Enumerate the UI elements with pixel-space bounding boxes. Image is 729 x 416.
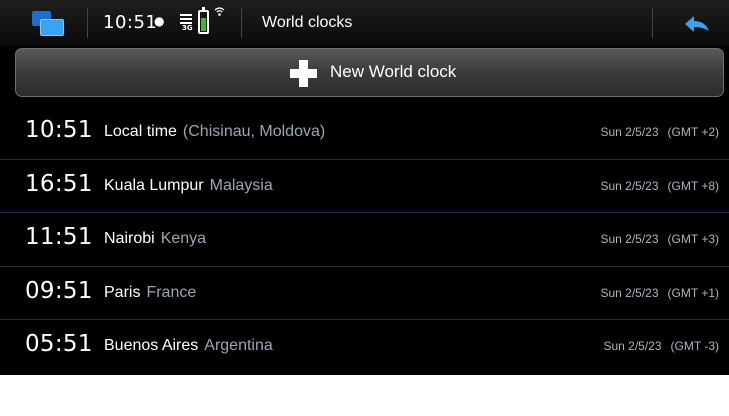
country-name: Kenya (160, 230, 207, 248)
city-name: Buenos Aires (104, 337, 199, 355)
clock-date: Sun 2/5/23 (GMT +8) (600, 179, 719, 193)
clock-row[interactable]: 10:51 Local time (Chisinau, Moldova) Sun … (0, 106, 729, 160)
country-name: (Chisinau, Moldova) (182, 123, 326, 140)
gmt-offset: (GMT +3) (667, 232, 719, 247)
country-name: Argentina (204, 337, 273, 355)
clock-time: 09:51 (25, 277, 93, 304)
clock-time: 05:51 (25, 331, 93, 358)
signal-icon[interactable]: 3G (180, 13, 196, 33)
status-separator (87, 8, 88, 38)
status-separator (652, 8, 653, 38)
clock-date: Sun 2/5/23 (GMT +2) (600, 125, 719, 139)
page-title: World clocks (262, 14, 353, 31)
country-name: Malaysia (209, 176, 273, 194)
date-value: Sun 2/5/23 (600, 178, 659, 193)
city-name: Kuala Lumpur (104, 176, 204, 194)
status-bar: 10:51 ● 3G World clocks (0, 0, 729, 46)
clock-row[interactable]: 11:51 Nairobi Kenya Sun 2/5/23 (GMT +3) (0, 213, 729, 267)
gmt-offset: (GMT -3) (670, 339, 719, 354)
battery-icon[interactable] (198, 7, 209, 34)
city-name: Paris (104, 283, 141, 301)
clock-date: Sun 2/5/23 (GMT +1) (600, 286, 719, 300)
clock-date: Sun 2/5/23 (GMT +3) (600, 232, 719, 246)
gmt-offset: (GMT +8) (667, 178, 719, 193)
world-clock-list: 10:51 Local time (Chisinau, Moldova) Sun … (0, 106, 729, 374)
date-value: Sun 2/5/23 (603, 339, 662, 354)
world-clocks-screen: 10:51 ● 3G World clocks New World clock … (0, 0, 729, 375)
plus-icon (290, 60, 317, 87)
new-world-clock-button[interactable]: New World clock (15, 48, 724, 97)
clock-date: Sun 2/5/23 (GMT -3) (603, 339, 719, 353)
task-switcher-icon[interactable] (32, 11, 64, 36)
status-separator (241, 8, 242, 38)
country-name: France (146, 283, 197, 301)
gmt-offset: (GMT +1) (667, 285, 719, 300)
city-name: Nairobi (104, 230, 155, 248)
presence-icon: ● (154, 14, 165, 28)
date-value: Sun 2/5/23 (600, 285, 659, 300)
gmt-offset: (GMT +2) (667, 125, 719, 139)
clock-row[interactable]: 16:51 Kuala Lumpur Malaysia Sun 2/5/23 (GM… (0, 160, 729, 214)
new-world-clock-label: New World clock (330, 62, 457, 81)
clock-city: Kuala Lumpur Malaysia (104, 177, 273, 195)
clock-city: Paris France (104, 284, 196, 302)
clock-time: 10:51 (25, 117, 93, 143)
date-value: Sun 2/5/23 (600, 232, 659, 247)
clock-row[interactable]: 05:51 Buenos Aires Argentina Sun 2/5/23 (G… (0, 320, 729, 374)
clock-city: Local time (Chisinau, Moldova) (104, 123, 325, 141)
date-value: Sun 2/5/23 (600, 125, 659, 139)
clock-time: 16:51 (25, 170, 93, 197)
city-name: Local time (104, 123, 177, 140)
status-clock[interactable]: 10:51 (103, 12, 157, 33)
network-type: 3G (182, 24, 193, 32)
clock-row[interactable]: 09:51 Paris France Sun 2/5/23 (GMT +1) (0, 267, 729, 321)
wifi-icon[interactable] (214, 6, 225, 20)
clock-city: Nairobi Kenya (104, 230, 206, 248)
back-arrow-icon[interactable] (683, 15, 711, 33)
clock-city: Buenos Aires Argentina (104, 337, 273, 355)
clock-time: 11:51 (25, 224, 93, 251)
